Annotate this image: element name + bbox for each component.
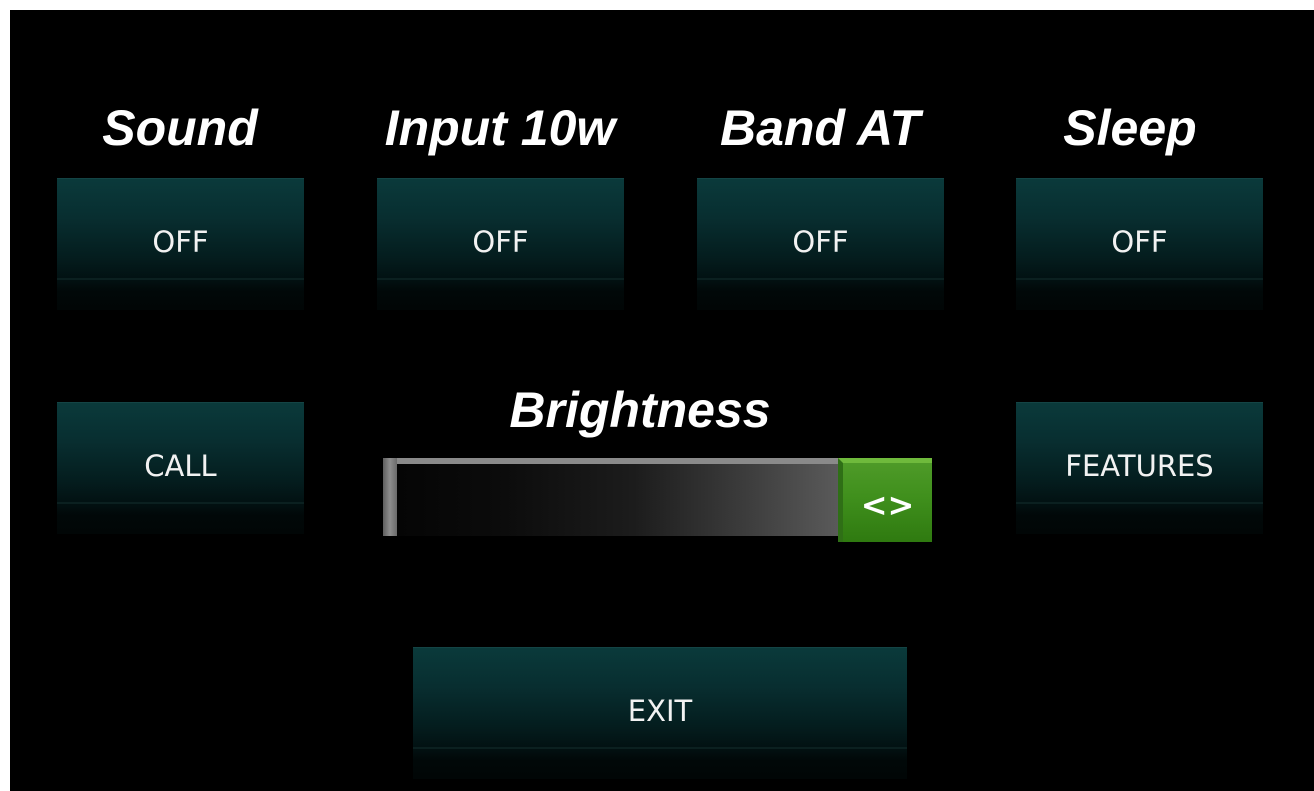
exit-button[interactable]: EXIT (413, 647, 907, 779)
band-heading: Band AT (720, 100, 920, 156)
slider-handle-arrows-icon: <> (860, 485, 915, 524)
call-button-label: CALL (144, 449, 217, 483)
settings-screen: Sound Input 10w Band AT Sleep OFF OFF OF… (10, 10, 1314, 791)
sound-heading: Sound (102, 100, 258, 156)
exit-button-label: EXIT (627, 694, 693, 728)
call-button[interactable]: CALL (57, 402, 304, 534)
sleep-heading: Sleep (1063, 100, 1197, 156)
features-button[interactable]: FEATURES (1016, 402, 1263, 534)
band-toggle-button[interactable]: OFF (697, 178, 944, 310)
band-toggle-label: OFF (792, 225, 849, 259)
input-toggle-label: OFF (472, 225, 529, 259)
sleep-toggle-label: OFF (1111, 225, 1168, 259)
input-heading: Input 10w (384, 100, 616, 156)
brightness-heading: Brightness (509, 382, 771, 438)
input-toggle-button[interactable]: OFF (377, 178, 624, 310)
brightness-slider-handle[interactable]: <> (838, 458, 932, 542)
brightness-slider-track[interactable] (383, 458, 839, 536)
sound-toggle-label: OFF (152, 225, 209, 259)
sound-toggle-button[interactable]: OFF (57, 178, 304, 310)
sleep-toggle-button[interactable]: OFF (1016, 178, 1263, 310)
features-button-label: FEATURES (1065, 449, 1214, 483)
